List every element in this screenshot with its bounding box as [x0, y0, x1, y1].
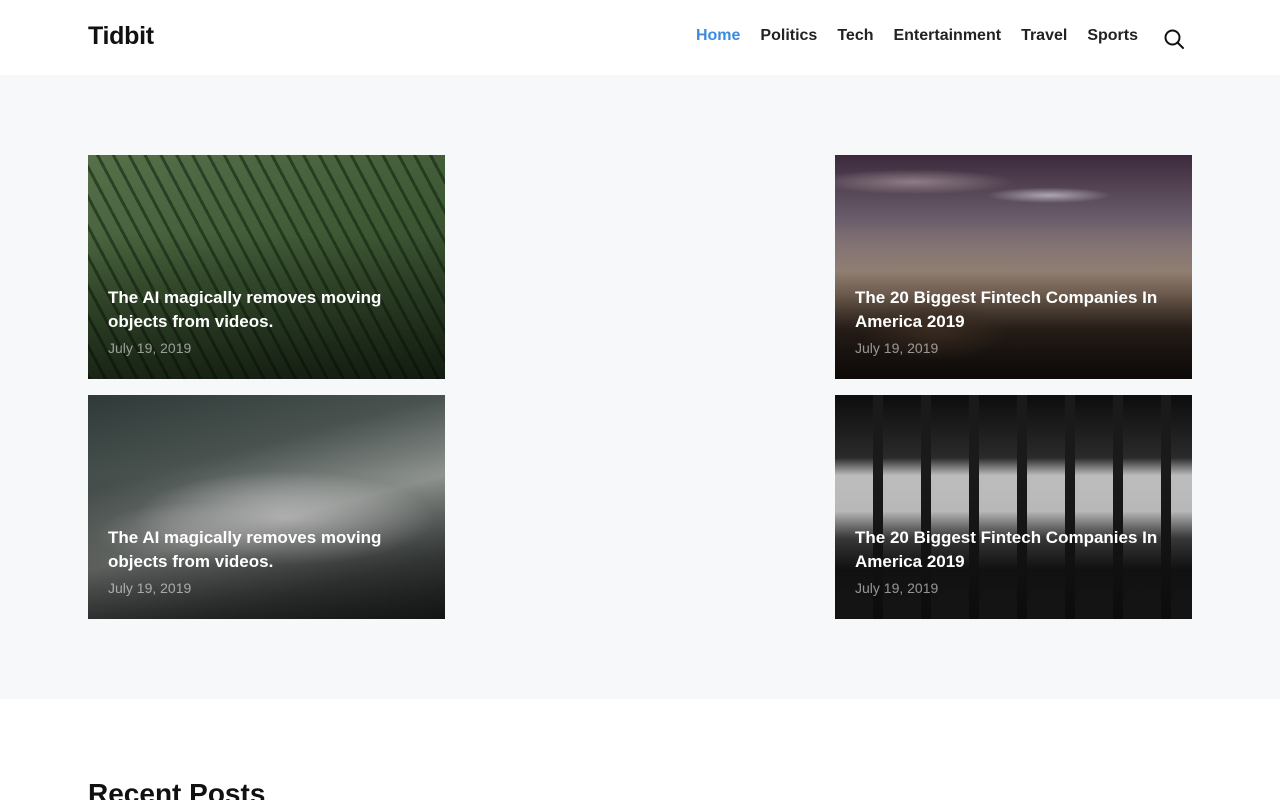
search-button[interactable] — [1163, 28, 1185, 50]
post-title[interactable]: The AI magically removes moving objects … — [108, 286, 418, 334]
search-icon — [1164, 29, 1184, 49]
nav-item-tech[interactable]: Tech — [837, 27, 873, 45]
site-header: Tidbit Home Politics Tech Entertainment … — [0, 0, 1280, 75]
post-date: July 19, 2019 — [108, 580, 192, 596]
recent-posts-heading: Recent Posts — [88, 778, 266, 800]
post-date: July 19, 2019 — [108, 340, 192, 356]
post-date: July 19, 2019 — [855, 580, 939, 596]
post-date: July 19, 2019 — [855, 340, 939, 356]
featured-card[interactable]: The 20 Biggest Fintech Companies In Amer… — [835, 395, 1192, 619]
featured-card[interactable]: The AI magically removes moving objects … — [88, 155, 445, 379]
nav-item-home[interactable]: Home — [696, 27, 740, 45]
site-logo[interactable]: Tidbit — [88, 22, 154, 51]
featured-card[interactable]: The 20 Biggest Fintech Companies In Amer… — [835, 155, 1192, 379]
featured-section: The AI magically removes moving objects … — [0, 75, 1280, 699]
post-title[interactable]: The 20 Biggest Fintech Companies In Amer… — [855, 286, 1165, 334]
nav-item-travel[interactable]: Travel — [1021, 27, 1067, 45]
post-title[interactable]: The 20 Biggest Fintech Companies In Amer… — [855, 526, 1165, 574]
nav-item-politics[interactable]: Politics — [760, 27, 817, 45]
main-nav: Home Politics Tech Entertainment Travel … — [696, 27, 1138, 45]
post-title[interactable]: The AI magically removes moving objects … — [108, 526, 418, 574]
nav-item-entertainment[interactable]: Entertainment — [893, 27, 1001, 45]
featured-card[interactable]: The AI magically removes moving objects … — [88, 395, 445, 619]
nav-item-sports[interactable]: Sports — [1087, 27, 1138, 45]
